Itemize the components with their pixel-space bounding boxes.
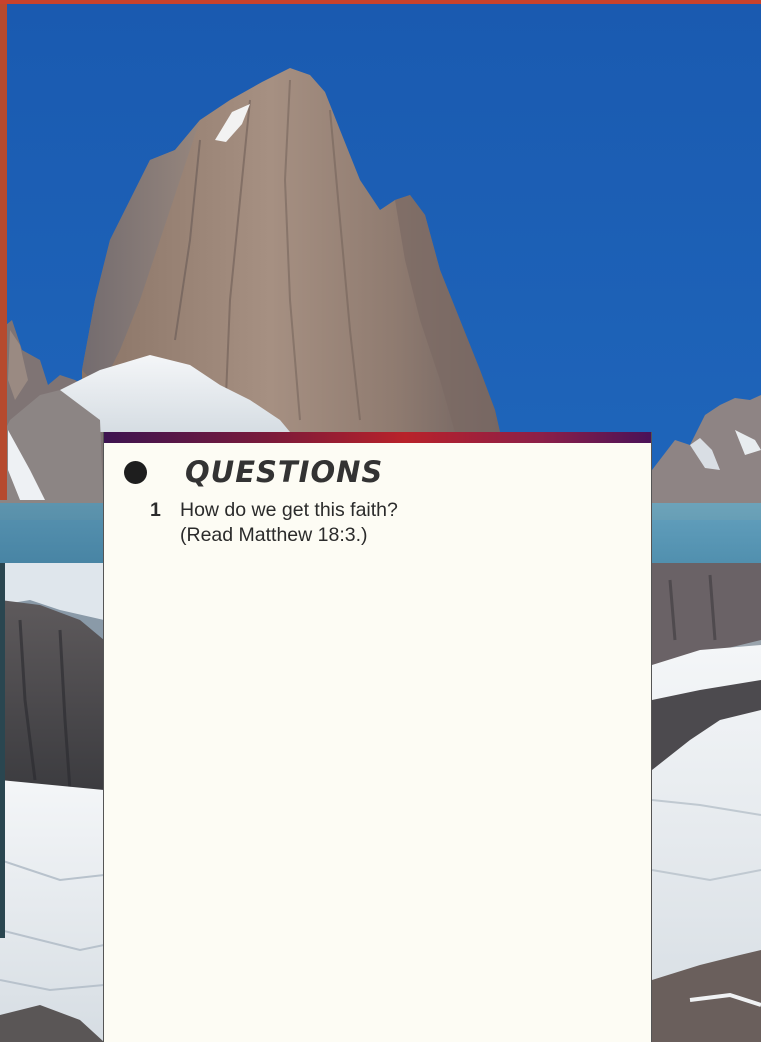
left-dark-strip bbox=[0, 563, 5, 938]
right-color-band bbox=[652, 503, 761, 563]
question-text-line: How do we get this faith? bbox=[180, 499, 398, 521]
page: QUESTIONS 1 How do we get this faith? (R… bbox=[0, 0, 761, 1042]
questions-heading-row: QUESTIONS bbox=[124, 454, 383, 490]
question-number: 1 bbox=[150, 499, 161, 521]
question-text: How do we get this faith? (Read Matthew … bbox=[180, 498, 398, 548]
left-color-band bbox=[0, 503, 104, 563]
bullet-icon bbox=[124, 460, 147, 484]
left-accent-rule bbox=[0, 0, 7, 500]
questions-panel: QUESTIONS 1 How do we get this faith? (R… bbox=[103, 432, 652, 1042]
panel-header-bar bbox=[104, 432, 651, 443]
questions-heading: QUESTIONS bbox=[185, 455, 384, 489]
top-accent-rule bbox=[0, 0, 761, 4]
question-text-line: (Read Matthew 18:3.) bbox=[180, 524, 368, 546]
question-item: 1 How do we get this faith? (Read Matthe… bbox=[150, 498, 398, 548]
